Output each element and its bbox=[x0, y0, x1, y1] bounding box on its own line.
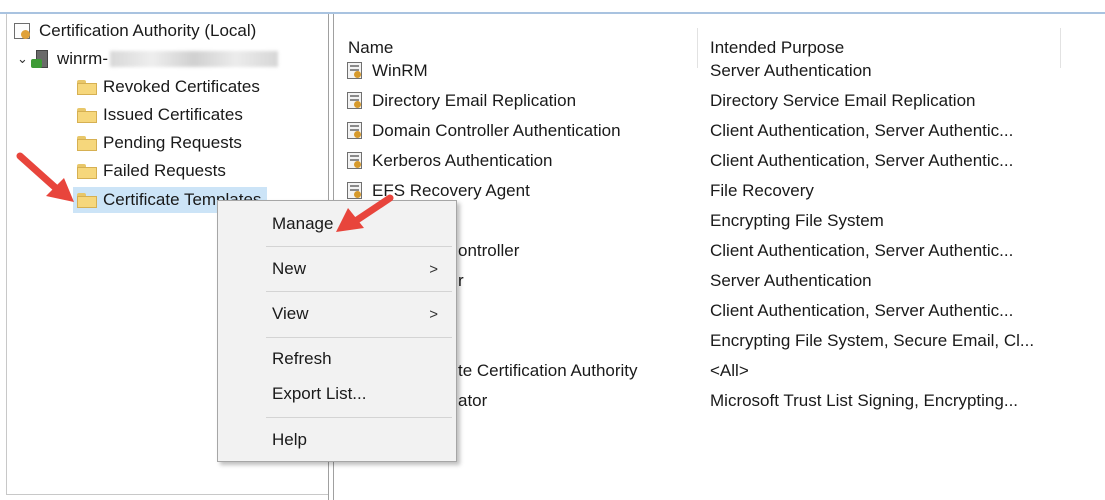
row-purpose-text: <All> bbox=[710, 361, 749, 380]
row-purpose: Client Authentication, Server Authentic.… bbox=[710, 146, 1013, 176]
menu-item-export-list[interactable]: Export List... bbox=[218, 379, 456, 409]
row-name: r bbox=[458, 271, 464, 290]
menu-separator bbox=[266, 417, 452, 418]
row-name: Kerberos Authentication bbox=[372, 151, 553, 170]
tree-item-pending[interactable]: Pending Requests bbox=[77, 130, 242, 156]
row-name-partial[interactable]: r bbox=[458, 266, 464, 296]
row-purpose-text: File Recovery bbox=[710, 181, 814, 200]
row-name: ator bbox=[458, 391, 488, 410]
tree-server-label: winrm- bbox=[57, 49, 108, 68]
tree-item-revoked[interactable]: Revoked Certificates bbox=[77, 74, 260, 100]
folder-icon bbox=[77, 79, 97, 95]
column-divider[interactable] bbox=[697, 28, 698, 68]
tree-root-ca[interactable]: Certification Authority (Local) bbox=[13, 18, 256, 44]
window-top-border bbox=[0, 0, 1105, 14]
menu-item-label: Manage bbox=[272, 214, 334, 233]
menu-separator bbox=[266, 246, 452, 247]
row-purpose: <All> bbox=[710, 356, 749, 386]
row-purpose: Microsoft Trust List Signing, Encrypting… bbox=[710, 386, 1018, 416]
menu-item-help[interactable]: Help bbox=[218, 425, 456, 455]
list-item[interactable]: Domain Controller Authentication bbox=[346, 116, 621, 146]
row-name-partial[interactable]: ator bbox=[458, 386, 487, 416]
submenu-arrow-icon: > bbox=[429, 260, 438, 278]
tree-root-label: Certification Authority (Local) bbox=[39, 21, 257, 40]
menu-item-refresh[interactable]: Refresh bbox=[218, 344, 456, 374]
row-purpose: File Recovery bbox=[710, 176, 814, 206]
tree-item-issued[interactable]: Issued Certificates bbox=[77, 102, 243, 128]
folder-icon bbox=[77, 135, 97, 151]
certificate-template-icon bbox=[346, 122, 364, 140]
menu-separator bbox=[266, 337, 452, 338]
tree-item-label: Failed Requests bbox=[103, 161, 226, 180]
row-purpose: Encrypting File System bbox=[710, 206, 884, 236]
row-name-partial[interactable]: te Certification Authority bbox=[458, 356, 638, 386]
row-name-partial[interactable]: ontroller bbox=[458, 236, 519, 266]
certificate-template-icon bbox=[346, 62, 364, 80]
row-name: Directory Email Replication bbox=[372, 91, 577, 110]
row-purpose-text: Encrypting File System, Secure Email, Cl… bbox=[710, 331, 1035, 350]
row-name: WinRM bbox=[372, 61, 428, 80]
column-header-name-label: Name bbox=[348, 38, 394, 57]
menu-item-label: View bbox=[272, 304, 309, 323]
annotation-arrow-icon bbox=[336, 194, 394, 232]
row-purpose: Client Authentication, Server Authentic.… bbox=[710, 236, 1013, 266]
tree-item-failed[interactable]: Failed Requests bbox=[77, 158, 226, 184]
menu-item-label: Help bbox=[272, 430, 307, 449]
menu-item-label: New bbox=[272, 259, 307, 278]
tree-server-node[interactable]: ⌄ winrm- bbox=[17, 46, 278, 72]
chevron-down-icon[interactable]: ⌄ bbox=[17, 51, 31, 67]
annotation-arrow-icon bbox=[16, 152, 74, 202]
row-purpose-text: Server Authentication bbox=[710, 61, 872, 80]
row-purpose: Server Authentication bbox=[710, 266, 872, 296]
ca-server-icon bbox=[31, 49, 51, 69]
row-purpose-text: Directory Service Email Replication bbox=[710, 91, 976, 110]
row-purpose-text: Client Authentication, Server Authentic.… bbox=[710, 301, 1014, 320]
row-purpose-text: Client Authentication, Server Authentic.… bbox=[710, 241, 1014, 260]
menu-separator bbox=[266, 291, 452, 292]
row-purpose: Client Authentication, Server Authentic.… bbox=[710, 116, 1013, 146]
tree-item-label: Issued Certificates bbox=[103, 105, 243, 124]
menu-item-new[interactable]: New > bbox=[218, 254, 456, 284]
certificate-template-icon bbox=[346, 92, 364, 110]
row-purpose-text: Server Authentication bbox=[710, 271, 872, 290]
redacted-server-name bbox=[110, 51, 278, 67]
certificate-template-icon bbox=[346, 152, 364, 170]
row-purpose: Client Authentication, Server Authentic.… bbox=[710, 296, 1013, 326]
row-purpose-text: Microsoft Trust List Signing, Encrypting… bbox=[710, 391, 1019, 410]
row-purpose: Server Authentication bbox=[710, 56, 872, 86]
row-name: ontroller bbox=[458, 241, 520, 260]
row-purpose-text: Encrypting File System bbox=[710, 211, 884, 230]
row-name: Domain Controller Authentication bbox=[372, 121, 621, 140]
row-purpose-text: Client Authentication, Server Authentic.… bbox=[710, 121, 1014, 140]
row-name: te Certification Authority bbox=[458, 361, 638, 380]
row-purpose-text: Client Authentication, Server Authentic.… bbox=[710, 151, 1014, 170]
tree-item-label: Revoked Certificates bbox=[103, 77, 260, 96]
row-purpose: Directory Service Email Replication bbox=[710, 86, 975, 116]
menu-item-view[interactable]: View > bbox=[218, 299, 456, 329]
column-divider[interactable] bbox=[1060, 28, 1061, 68]
list-item[interactable]: WinRM bbox=[346, 56, 428, 86]
list-item[interactable]: Directory Email Replication bbox=[346, 86, 576, 116]
menu-item-label: Export List... bbox=[272, 384, 367, 403]
submenu-arrow-icon: > bbox=[429, 305, 438, 323]
row-purpose: Encrypting File System, Secure Email, Cl… bbox=[710, 326, 1034, 356]
list-item[interactable]: Kerberos Authentication bbox=[346, 146, 553, 176]
menu-item-label: Refresh bbox=[272, 349, 332, 368]
column-header-purpose-label: Intended Purpose bbox=[710, 38, 845, 57]
certificate-authority-icon bbox=[13, 22, 33, 40]
folder-icon bbox=[77, 107, 97, 123]
tree-item-label: Pending Requests bbox=[103, 133, 242, 152]
